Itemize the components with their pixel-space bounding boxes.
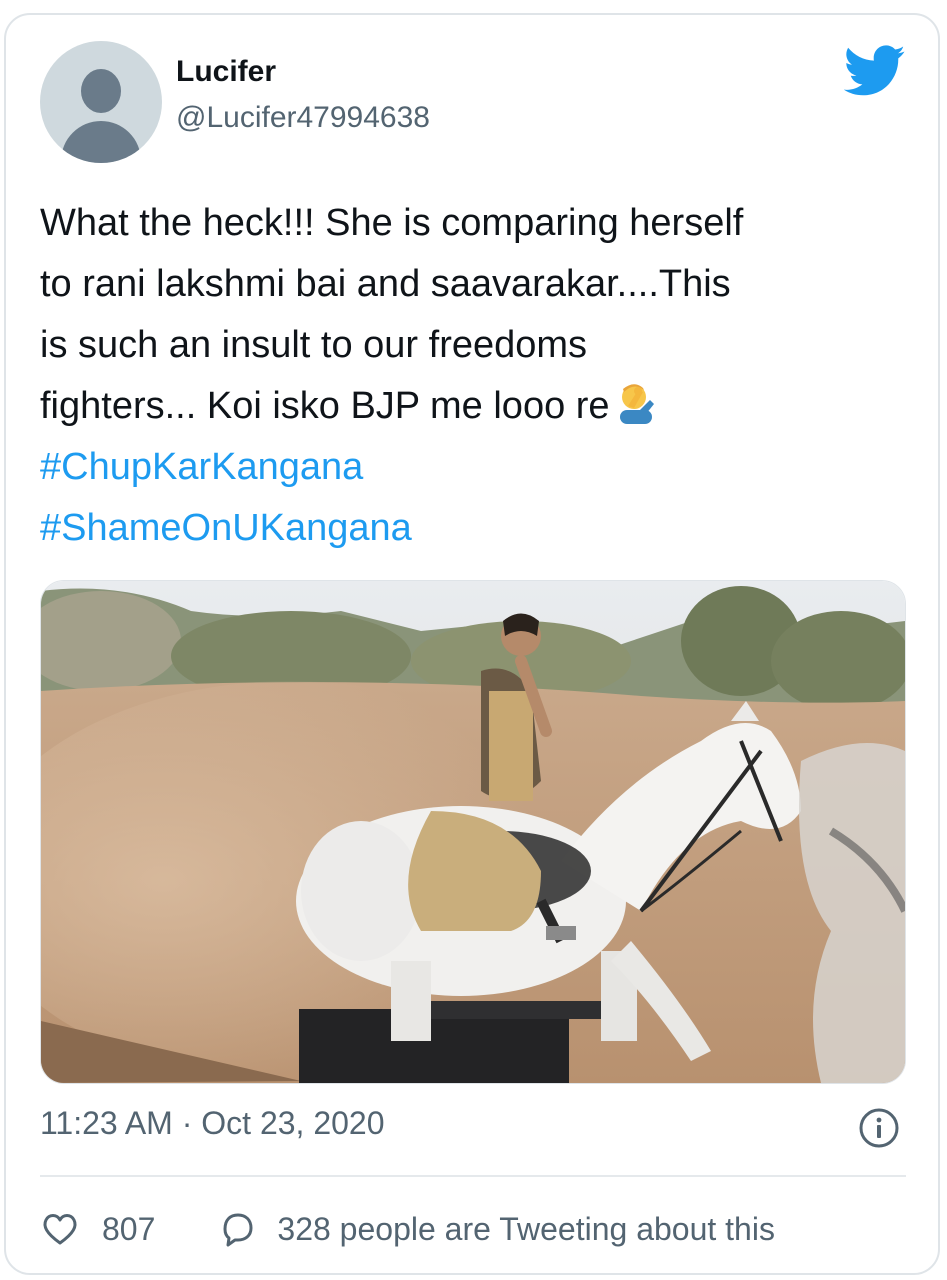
tweet-actions: 807 328 people are Tweeting about this <box>40 1205 775 1253</box>
hashtag-link[interactable]: #ChupKarKangana <box>40 437 920 498</box>
info-icon[interactable] <box>858 1107 900 1149</box>
tweet-card[interactable]: Lucifer @Lucifer47994638 What the heck!!… <box>4 13 940 1275</box>
tweet-timestamp[interactable]: 11:23 AM · Oct 23, 2020 <box>40 1105 385 1142</box>
tweet-date: Oct 23, 2020 <box>201 1105 385 1141</box>
tweet-media-image[interactable] <box>40 580 906 1084</box>
like-count: 807 <box>102 1210 156 1247</box>
like-button[interactable]: 807 <box>40 1209 155 1249</box>
tweet-text-line: is such an insult to our freedoms <box>40 324 588 366</box>
tweet-body: What the heck!!! She is comparing hersel… <box>40 193 920 559</box>
avatar[interactable] <box>40 41 162 163</box>
author-display-name[interactable]: Lucifer <box>176 55 276 89</box>
author-handle[interactable]: @Lucifer47994638 <box>176 101 430 135</box>
speech-bubble-icon <box>223 1213 253 1247</box>
tweeting-about-link[interactable]: 328 people are Tweeting about this <box>217 1209 775 1249</box>
tweet-text-line: What the heck!!! She is comparing hersel… <box>40 202 744 244</box>
tweet-text-line: fighters... Koi isko BJP me looo re <box>40 385 610 427</box>
hashtag-link[interactable]: #ShameOnUKangana <box>40 498 920 559</box>
facepalm-emoji-icon <box>619 384 654 424</box>
avatar-shoulders-shape <box>61 121 141 163</box>
heart-icon <box>43 1214 77 1245</box>
tweet-time: 11:23 AM <box>40 1105 173 1141</box>
timestamp-separator: · <box>181 1105 193 1141</box>
horse-riding-photo <box>41 581 905 1083</box>
divider <box>40 1175 906 1177</box>
avatar-head-shape <box>81 69 121 113</box>
tweeting-about-text: 328 people are Tweeting about this <box>277 1210 775 1247</box>
tweet-text-line: to rani lakshmi bai and saavarakar....Th… <box>40 263 731 305</box>
twitter-bird-icon[interactable] <box>844 45 906 97</box>
